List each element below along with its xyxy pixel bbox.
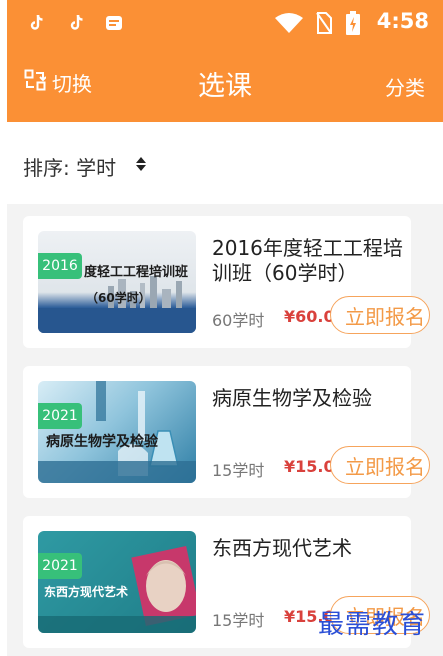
message-icon xyxy=(105,12,123,34)
enroll-button[interactable]: 立即报名 xyxy=(330,446,430,484)
wifi-icon xyxy=(275,12,303,34)
course-thumbnail: 2016 度轻工工程培训班 （60学时） xyxy=(38,231,196,333)
watermark-logo: 最需教育 xyxy=(318,610,427,640)
course-title: 2016年度轻工工程培训班（60学时） xyxy=(212,236,403,285)
thumbnail-caption: （60学时） xyxy=(86,291,151,305)
course-price: ¥60.0 xyxy=(284,307,335,326)
city-skyline-image xyxy=(38,276,196,333)
course-hours: 15学时 xyxy=(212,611,265,630)
statue-art-image xyxy=(38,545,196,633)
tiktok-icon xyxy=(69,12,85,34)
course-title: 病原生物学及检验 xyxy=(212,386,372,410)
sort-bar[interactable]: 排序: 学时 xyxy=(7,122,443,204)
page-title: 选课 xyxy=(198,71,252,102)
course-title: 东西方现代艺术 xyxy=(212,536,352,560)
sort-label: 排序: 学时 xyxy=(23,156,117,180)
year-badge: 2021 xyxy=(38,553,82,579)
year-badge: 2016 xyxy=(38,253,82,279)
sort-toggle-icon[interactable] xyxy=(135,155,147,177)
app-header: 4:58 切换 选课 分类 xyxy=(7,0,443,122)
app-bar: 切换 选课 分类 xyxy=(7,46,443,122)
course-thumbnail: 2021 病原生物学及检验 xyxy=(38,381,196,483)
no-sim-icon xyxy=(316,12,332,34)
course-hours: 15学时 xyxy=(212,461,265,480)
course-card[interactable]: 2016 度轻工工程培训班 （60学时） 2016年度轻工工程培训班（60学时）… xyxy=(23,216,430,348)
year-badge: 2021 xyxy=(38,403,82,429)
thumbnail-caption: 东西方现代艺术 xyxy=(44,585,129,599)
category-button[interactable]: 分类 xyxy=(385,72,425,101)
battery-charging-icon xyxy=(346,11,360,35)
course-price: ¥15.0 xyxy=(284,457,335,476)
course-thumbnail: 2021 东西方现代艺术 xyxy=(38,531,196,633)
course-card[interactable]: 2021 病原生物学及检验 病原生物学及检验 15学时 ¥15.0 立即报名 xyxy=(23,366,430,498)
course-hours: 60学时 xyxy=(212,311,265,330)
thumbnail-caption: 病原生物学及检验 xyxy=(46,434,158,450)
thumbnail-caption: 度轻工工程培训班 xyxy=(84,265,189,280)
status-time: 4:58 xyxy=(376,9,429,33)
status-bar: 4:58 xyxy=(7,0,443,46)
course-list: 2016 度轻工工程培训班 （60学时） 2016年度轻工工程培训班（60学时）… xyxy=(7,204,443,656)
enroll-button[interactable]: 立即报名 xyxy=(330,296,430,334)
tiktok-icon xyxy=(29,12,45,34)
